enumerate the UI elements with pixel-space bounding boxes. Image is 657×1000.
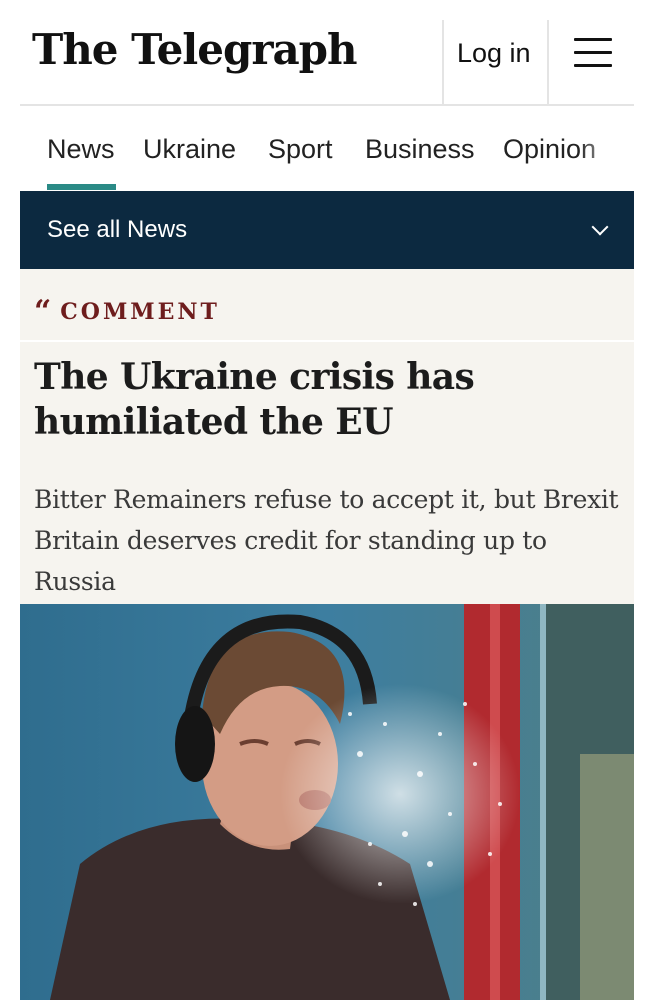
nav-tab-business[interactable]: Business xyxy=(365,132,475,166)
nav-tab-ukraine[interactable]: Ukraine xyxy=(143,132,236,166)
article-header: “ COMMENT The Ukraine crisis has humiliat… xyxy=(20,269,634,604)
hamburger-menu-icon[interactable] xyxy=(574,38,612,68)
article-standfirst: Bitter Remainers refuse to accept it, bu… xyxy=(34,485,619,596)
nav-tab-sport[interactable]: Sport xyxy=(268,132,333,166)
telegraph-logo[interactable]: The Telegraph xyxy=(32,22,358,78)
article-kicker: “ COMMENT xyxy=(34,297,220,327)
kicker-label: COMMENT xyxy=(60,299,220,325)
header-divider xyxy=(547,20,549,106)
see-all-news-dropdown[interactable]: See all News xyxy=(20,191,634,269)
article-photo xyxy=(20,604,634,1000)
login-link[interactable]: Log in xyxy=(457,36,531,70)
section-nav: News Ukraine Sport Business Opinion xyxy=(20,108,634,190)
see-all-news-label: See all News xyxy=(47,216,188,243)
header-divider xyxy=(442,20,444,106)
chevron-down-icon xyxy=(591,218,609,236)
nav-scroll-fade xyxy=(578,108,634,190)
nav-tab-news[interactable]: News xyxy=(47,132,115,166)
quote-mark-icon: “ xyxy=(34,294,51,329)
site-header: The Telegraph Log in xyxy=(20,0,634,106)
kicker-divider xyxy=(20,340,634,342)
telegraph-article-page: The Telegraph Log in News Ukraine Sport … xyxy=(0,0,657,1000)
active-tab-indicator xyxy=(47,184,116,190)
article-headline: The Ukraine crisis has humiliated the EU xyxy=(34,356,475,443)
